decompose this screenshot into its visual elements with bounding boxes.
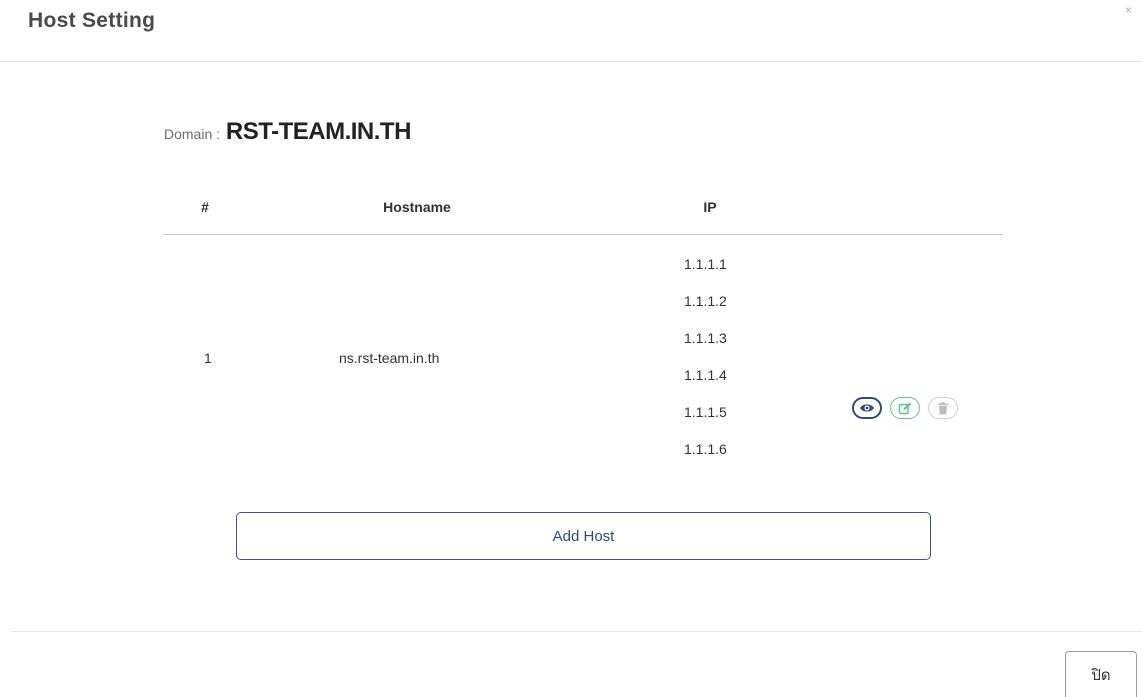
ip-item: 1.1.1.6	[684, 441, 727, 457]
delete-button[interactable]	[928, 397, 958, 419]
modal-title: Host Setting	[28, 9, 156, 32]
view-button[interactable]	[852, 397, 882, 419]
header-hostname: Hostname	[383, 199, 451, 215]
edit-button[interactable]	[890, 397, 920, 419]
host-setting-modal: Host Setting × Domain : RST-TEAM.IN.TH #…	[0, 0, 1142, 697]
domain-label: Domain :	[164, 126, 224, 142]
trash-icon	[938, 401, 948, 414]
row-index: 1	[204, 350, 212, 366]
add-host-button[interactable]: Add Host	[236, 512, 931, 560]
close-button[interactable]: ปิด	[1065, 651, 1137, 697]
domain-line: Domain : RST-TEAM.IN.TH	[164, 118, 411, 146]
domain-value: RST-TEAM.IN.TH	[225, 118, 412, 145]
row-actions	[852, 397, 958, 419]
ip-item: 1.1.1.5	[684, 404, 727, 420]
ip-item: 1.1.1.4	[684, 367, 727, 383]
modal-footer	[12, 631, 1142, 697]
close-icon[interactable]: ×	[1125, 4, 1132, 16]
row-hostname: ns.rst-team.in.th	[339, 350, 440, 366]
host-table: # Hostname IP 1 ns.rst-team.in.th 1.1.1.…	[164, 186, 1003, 475]
eye-icon	[860, 404, 874, 412]
ip-item: 1.1.1.2	[684, 293, 727, 309]
ip-item: 1.1.1.1	[684, 256, 727, 272]
ip-item: 1.1.1.3	[684, 330, 727, 346]
header-index: #	[201, 199, 209, 215]
table-header: # Hostname IP	[164, 186, 1003, 235]
header-ip: IP	[703, 199, 717, 215]
edit-icon	[898, 402, 911, 414]
ip-list: 1.1.1.1 1.1.1.2 1.1.1.3 1.1.1.4 1.1.1.5 …	[684, 255, 752, 477]
table-row: 1 ns.rst-team.in.th 1.1.1.1 1.1.1.2 1.1.…	[164, 235, 1003, 475]
modal-header: Host Setting	[0, 0, 1142, 62]
